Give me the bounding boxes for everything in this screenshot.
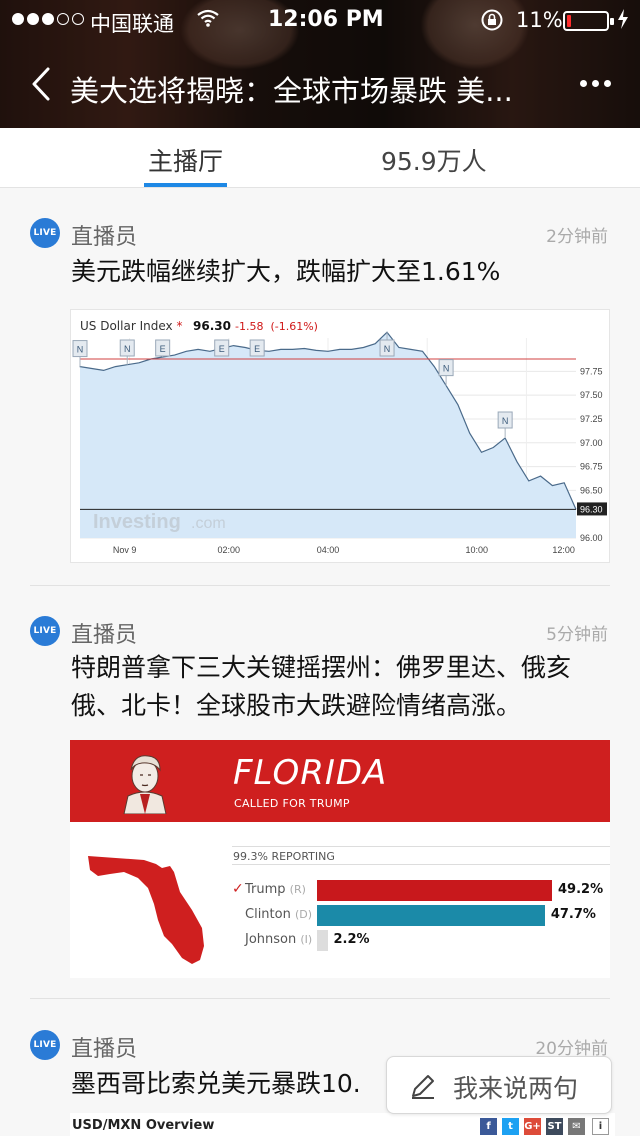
live-badge-icon: LIVE [30, 1030, 60, 1060]
header: 中国联通 12:06 PM 11% 美大选将揭晓：全球市场暴跌 美... [0, 0, 640, 128]
event-marker-label: N [502, 416, 509, 426]
feed-divider [30, 998, 610, 999]
called-for-label: CALLED FOR TRUMP [234, 797, 350, 810]
vote-bar [317, 930, 328, 951]
battery-percent: 11% [516, 8, 563, 32]
twitter-share-icon[interactable]: t [502, 1118, 519, 1135]
usd-index-chart[interactable]: US Dollar Index * 96.30 -1.58 (-1.61%) I… [70, 309, 610, 563]
chart-area [80, 332, 576, 538]
feed-author: 直播员 [71, 225, 138, 250]
y-tick-label: 97.25 [580, 414, 603, 424]
feed-divider [30, 585, 610, 586]
info-icon[interactable]: i [592, 1118, 609, 1135]
candidate-portrait-icon [123, 755, 167, 814]
feed-time: 5分钟前 [546, 625, 608, 645]
live-badge-icon: LIVE [30, 616, 60, 646]
battery-icon [563, 11, 614, 31]
reporting-label: 99.3% REPORTING [233, 850, 335, 863]
tab-main-hall[interactable]: 主播厅 [144, 142, 228, 187]
live-badge-icon: LIVE [30, 218, 60, 248]
viewer-count-label: 95.9万人 [381, 147, 487, 176]
candidate-name: Johnson (I) [245, 932, 313, 947]
y-tick-label: 97.00 [580, 438, 603, 448]
live-feed[interactable]: LIVE 直播员 2分钟前 美元跌幅继续扩大，跌幅扩大至1.61% US Dol… [0, 189, 640, 1136]
x-tick-label: 12:00 [552, 545, 575, 555]
y-tick-label: 96.50 [580, 485, 603, 495]
nav-bar: 美大选将揭晓：全球市场暴跌 美... [0, 52, 640, 118]
result-rule [232, 846, 610, 847]
comment-input-button[interactable]: 我来说两句 [386, 1056, 612, 1114]
event-marker-label: N [384, 344, 391, 354]
state-name: FLORIDA [233, 753, 388, 793]
candidate-row: ✓ Trump (R) 49.2% [232, 880, 610, 902]
signal-strength-icon [12, 13, 84, 25]
rotation-lock-icon [480, 8, 504, 32]
feed-text: 特朗普拿下三大关键摇摆州：佛罗里达、俄亥俄、北卡！全球股市大跌避险情绪高涨。 [71, 653, 572, 720]
candidate-row: Clinton (D) 47.7% [232, 905, 610, 927]
google-plus-share-icon[interactable]: G+ [524, 1118, 541, 1135]
feed-author: 直播员 [71, 623, 138, 648]
pen-icon [412, 1075, 434, 1099]
chart-plot: Investing .com 97.75 97.50 97.25 97.00 96.75 96… [72, 331, 607, 555]
tab-active-indicator [144, 183, 228, 187]
vote-percent: 49.2% [558, 882, 604, 897]
event-marker-label: E [219, 344, 225, 354]
x-tick-label: 10:00 [466, 545, 489, 555]
page-title: 美大选将揭晓：全球市场暴跌 美... [70, 74, 513, 108]
x-tick-label: Nov 9 [113, 545, 137, 555]
event-marker-label: N [124, 344, 131, 354]
x-tick-label: 04:00 [317, 545, 340, 555]
status-bar: 中国联通 12:06 PM 11% [0, 0, 640, 40]
vote-bar [317, 880, 552, 901]
tab-viewer-count[interactable]: 95.9万人 [381, 142, 487, 178]
usd-mxn-overview-header: USD/MXN Overview f t G+ ST ✉ i [70, 1113, 615, 1136]
wifi-icon [197, 8, 219, 32]
stocktwits-share-icon[interactable]: ST [546, 1118, 563, 1135]
result-rule [232, 864, 610, 865]
y-tick-label: 96.00 [580, 533, 603, 543]
tab-bar: 主播厅 95.9万人 [0, 128, 640, 188]
event-marker-label: N [443, 364, 450, 374]
y-tick-label: 97.50 [580, 390, 603, 400]
event-marker-label: E [160, 344, 166, 354]
investing-watermark-suffix: .com [191, 515, 226, 532]
florida-result-card[interactable]: FLORIDA CALLED FOR TRUMP 99.3% REPORTING… [70, 740, 610, 978]
feed-text: 美元跌幅继续扩大，跌幅扩大至1.61% [71, 257, 501, 286]
feed-time: 2分钟前 [546, 227, 608, 247]
facebook-share-icon[interactable]: f [480, 1118, 497, 1135]
back-button[interactable] [28, 66, 58, 102]
vote-bar [317, 905, 545, 926]
event-marker-label: E [254, 344, 260, 354]
result-banner: FLORIDA CALLED FOR TRUMP [70, 740, 610, 822]
overview-title: USD/MXN Overview [72, 1118, 215, 1133]
feed-author: 直播员 [71, 1037, 138, 1062]
comment-placeholder: 我来说两句 [453, 1074, 579, 1103]
investing-watermark: Investing [93, 511, 181, 533]
email-share-icon[interactable]: ✉ [568, 1118, 585, 1135]
vote-percent: 47.7% [550, 907, 596, 922]
y-tick-label: 97.75 [580, 366, 603, 376]
vote-percent: 2.2% [333, 932, 370, 947]
y-tick-label: 96.30 [580, 504, 603, 514]
winner-check-icon: ✓ [232, 881, 244, 897]
candidate-name: Clinton (D) [245, 907, 313, 922]
event-marker-label: N [77, 345, 84, 355]
more-options-button[interactable] [580, 80, 611, 87]
status-time: 12:06 PM [268, 7, 384, 32]
y-tick-label: 96.75 [580, 462, 603, 472]
florida-map-icon [88, 856, 204, 964]
carrier-name: 中国联通 [90, 12, 174, 36]
candidate-row: Johnson (I) 2.2% [232, 930, 610, 952]
x-tick-label: 02:00 [218, 545, 241, 555]
tab-main-hall-label: 主播厅 [148, 147, 224, 176]
candidate-name: Trump (R) [245, 882, 306, 897]
charging-icon [617, 8, 629, 35]
